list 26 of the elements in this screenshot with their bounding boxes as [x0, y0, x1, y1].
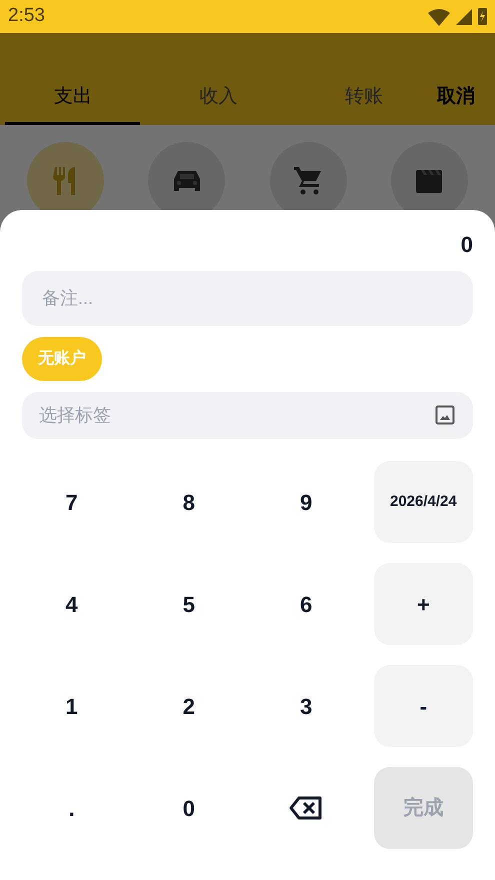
battery-icon: [478, 8, 487, 25]
keypad-key[interactable]: 5: [139, 563, 238, 645]
clapperboard-icon: [415, 168, 444, 192]
keypad-key[interactable]: -: [374, 665, 473, 747]
keypad-key[interactable]: 9: [256, 461, 356, 543]
keypad-key[interactable]: 3: [256, 665, 356, 747]
keypad-key[interactable]: 8: [139, 461, 238, 543]
keypad-key[interactable]: 0: [139, 767, 238, 849]
keypad-key[interactable]: 1: [22, 665, 122, 747]
keypad-key[interactable]: .: [22, 767, 122, 849]
backspace-icon: [289, 796, 324, 820]
car-icon: [172, 168, 201, 192]
signal-icon: [456, 8, 472, 24]
amount-display: 0: [460, 231, 473, 259]
keypad-key[interactable]: +: [374, 563, 473, 645]
keypad-key[interactable]: 2: [139, 665, 238, 747]
keypad-key[interactable]: 6: [256, 563, 356, 645]
status-time: 2:53: [8, 4, 45, 28]
cart-icon: [294, 166, 322, 194]
keypad-key[interactable]: 4: [22, 563, 122, 645]
note-field[interactable]: 备注...: [22, 271, 473, 326]
image-icon[interactable]: [435, 405, 455, 425]
tag-field[interactable]: 选择标签: [22, 392, 473, 439]
wifi-icon: [428, 8, 450, 26]
keypad-key[interactable]: 2026/4/24: [374, 461, 473, 543]
keypad-key[interactable]: 7: [22, 461, 122, 543]
